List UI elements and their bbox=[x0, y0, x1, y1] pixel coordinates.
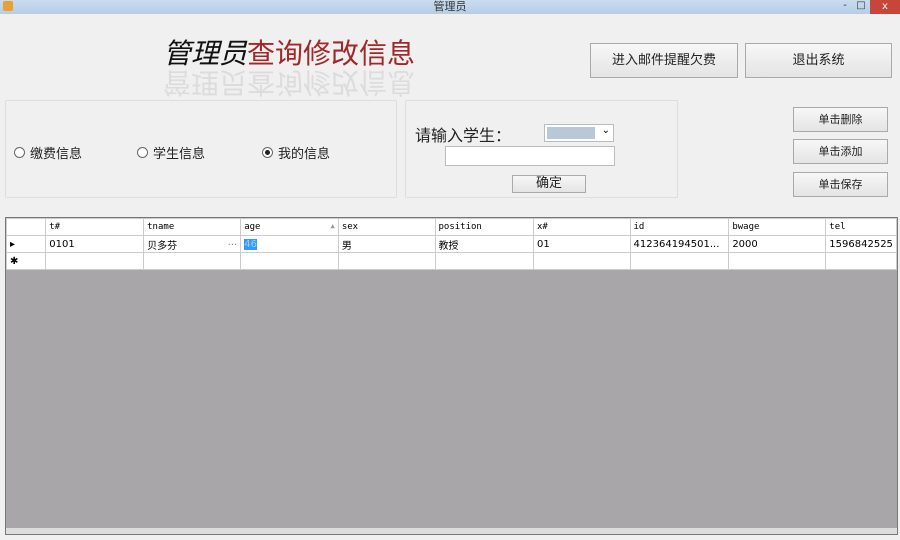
title-bar: 管理员 - □ x bbox=[0, 0, 900, 14]
exit-button[interactable]: 退出系统 bbox=[745, 43, 892, 78]
col-header[interactable]: id bbox=[629, 218, 730, 236]
cell[interactable]: 412364194501... bbox=[629, 235, 730, 253]
radio-label: 我的信息 bbox=[278, 147, 331, 162]
cell[interactable] bbox=[240, 252, 339, 270]
save-button[interactable]: 单击保存 bbox=[793, 172, 888, 197]
confirm-button[interactable]: 确定 bbox=[512, 175, 586, 193]
radio-label: 学生信息 bbox=[153, 147, 206, 162]
cell[interactable] bbox=[532, 252, 631, 270]
horizontal-scrollbar[interactable] bbox=[6, 528, 897, 534]
cell[interactable]: 1596842525 bbox=[825, 235, 897, 253]
select-highlight bbox=[547, 127, 595, 139]
col-label: age bbox=[244, 222, 261, 232]
reflection-part1: 管理员 bbox=[163, 66, 248, 99]
cell[interactable] bbox=[434, 252, 534, 270]
col-header[interactable]: tname bbox=[143, 218, 242, 236]
cell[interactable] bbox=[825, 252, 897, 270]
cell[interactable] bbox=[728, 252, 827, 270]
window-title: 管理员 bbox=[433, 0, 467, 13]
student-search-input[interactable] bbox=[445, 146, 615, 166]
delete-button[interactable]: 单击删除 bbox=[793, 107, 888, 132]
col-header[interactable]: t# bbox=[45, 218, 145, 236]
radio-circle bbox=[137, 147, 148, 158]
sort-asc-icon: ▲ bbox=[330, 222, 335, 230]
cell[interactable]: 0101 bbox=[45, 235, 145, 253]
cell-text-selected: 46 bbox=[244, 238, 257, 250]
radio-label: 缴费信息 bbox=[30, 147, 83, 162]
col-header[interactable]: x# bbox=[532, 218, 631, 236]
teacher-table: t# tname age ▲ sex position x# id bwage t… bbox=[5, 218, 897, 270]
col-header[interactable]: bwage bbox=[728, 218, 827, 236]
radio-student-info[interactable]: 学生信息 bbox=[137, 143, 205, 162]
col-header[interactable]: sex bbox=[337, 218, 436, 236]
ellipsis: ... bbox=[227, 236, 238, 248]
cell[interactable] bbox=[337, 252, 436, 270]
app-icon bbox=[3, 1, 13, 11]
title-reflection: 管理员查询修改信息 bbox=[163, 64, 415, 104]
email-reminder-button[interactable]: 进入邮件提醒欠费 bbox=[590, 43, 738, 78]
cell[interactable]: 教授 bbox=[434, 235, 534, 253]
header-row: t# tname age ▲ sex position x# id bwage t… bbox=[5, 218, 897, 236]
minimize-button[interactable]: - bbox=[838, 0, 852, 14]
current-row-icon: ▸ bbox=[5, 235, 47, 253]
radio-my-info[interactable]: 我的信息 bbox=[262, 143, 330, 162]
cell[interactable] bbox=[629, 252, 730, 270]
row-header-corner bbox=[5, 218, 47, 236]
col-header[interactable]: position bbox=[434, 218, 534, 236]
new-row-icon: ✱ bbox=[5, 252, 47, 270]
new-row[interactable]: ✱ bbox=[5, 252, 897, 270]
cell-age[interactable]: 46 bbox=[240, 235, 339, 253]
add-button[interactable]: 单击添加 bbox=[793, 139, 888, 164]
data-grid[interactable]: t# tname age ▲ sex position x# id bwage t… bbox=[5, 217, 898, 535]
maximize-button[interactable]: □ bbox=[854, 0, 868, 14]
radio-circle bbox=[14, 147, 25, 158]
cell[interactable] bbox=[45, 252, 145, 270]
cell[interactable]: 01 bbox=[532, 235, 631, 253]
table-row[interactable]: ▸ 0101 贝多芬... 46 男 教授 01 412364194501...… bbox=[5, 235, 897, 253]
radio-circle bbox=[262, 147, 273, 158]
student-type-select[interactable]: ⌄ bbox=[544, 124, 614, 142]
search-label: 请输入学生： bbox=[415, 126, 512, 145]
cell-text: 贝多芬 bbox=[147, 240, 178, 252]
col-header[interactable]: tel bbox=[825, 218, 897, 236]
radio-payment-info[interactable]: 缴费信息 bbox=[14, 143, 82, 162]
reflection-part2: 查询修改信息 bbox=[247, 66, 416, 99]
chevron-down-icon: ⌄ bbox=[601, 125, 610, 136]
col-header-age[interactable]: age ▲ bbox=[240, 218, 339, 236]
cell[interactable] bbox=[143, 252, 242, 270]
close-button[interactable]: x bbox=[870, 0, 900, 14]
cell[interactable]: 2000 bbox=[728, 235, 827, 253]
cell[interactable]: 男 bbox=[337, 235, 436, 253]
cell[interactable]: 贝多芬... bbox=[143, 235, 242, 253]
